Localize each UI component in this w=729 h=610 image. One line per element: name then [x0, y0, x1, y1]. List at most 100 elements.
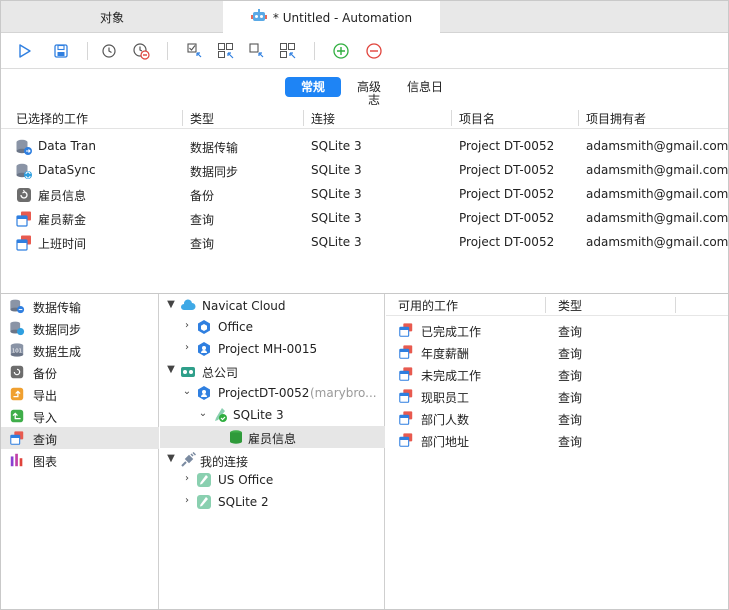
- job-name: DataSync: [38, 163, 96, 177]
- tree-node-sqlite3[interactable]: ⌄ SQLite 3: [160, 404, 385, 426]
- category-label: 数据生成: [33, 345, 82, 359]
- column-divider[interactable]: [578, 110, 579, 126]
- save-icon[interactable]: [51, 41, 71, 61]
- list-item[interactable]: 部门地址 查询: [386, 429, 728, 451]
- deselect-icon[interactable]: [247, 41, 267, 61]
- job-category-list: 数据传输 数据同步 101 数据生成 备份 导出 导入 查询 图表: [1, 294, 159, 609]
- chevron-down-icon[interactable]: ▼: [166, 453, 176, 464]
- category-data-sync[interactable]: 数据同步: [1, 317, 159, 339]
- tab-objects-label: 对象: [99, 10, 124, 25]
- tree-node-employee-info[interactable]: 雇员信息: [160, 426, 385, 448]
- tab-general[interactable]: 常规: [285, 77, 342, 97]
- column-divider[interactable]: [545, 297, 546, 313]
- list-item[interactable]: 部门人数 查询: [386, 407, 728, 429]
- data-sync-icon: [15, 162, 33, 180]
- job-connection: SQLite 3: [311, 187, 362, 201]
- tree-label: 总公司: [202, 366, 239, 380]
- category-export[interactable]: 导出: [1, 383, 159, 405]
- tree-node-project-mh[interactable]: › Project MH-0015: [160, 338, 385, 360]
- available-job-type: 查询: [558, 347, 583, 361]
- deselect-all-icon[interactable]: [278, 41, 298, 61]
- select-icon[interactable]: [185, 41, 205, 61]
- job-project: Project DT-0052: [459, 139, 555, 153]
- shared-project-icon: [196, 341, 212, 357]
- column-header-available-job[interactable]: 可用的工作: [398, 297, 458, 314]
- column-header-available-type[interactable]: 类型: [558, 297, 582, 314]
- clock-icon[interactable]: [99, 41, 119, 61]
- tree-node-office[interactable]: › Office: [160, 316, 385, 338]
- category-label: 数据传输: [33, 301, 82, 315]
- column-divider[interactable]: [675, 297, 676, 313]
- list-item[interactable]: 已完成工作 查询: [386, 319, 728, 341]
- category-query[interactable]: 查询: [1, 427, 159, 449]
- cloud-icon: [180, 298, 196, 314]
- sqlite-icon: [196, 494, 212, 510]
- schedule-delete-icon[interactable]: [131, 41, 151, 61]
- tree-node-project-dt[interactable]: ⌄ ProjectDT-0052 (marybro...: [160, 382, 385, 404]
- chevron-down-icon[interactable]: ▼: [166, 364, 176, 375]
- job-connection: SQLite 3: [311, 235, 362, 249]
- add-icon[interactable]: [331, 41, 351, 61]
- backup-icon: [15, 186, 33, 204]
- column-divider[interactable]: [451, 110, 452, 126]
- tab-log[interactable]: 信息日: [397, 77, 453, 97]
- available-job-name: 部门人数: [421, 413, 470, 427]
- tab-advanced[interactable]: 高级 志: [351, 77, 387, 107]
- table-row[interactable]: 雇员薪金 查询 SQLite 3 Project DT-0052 adamsmi…: [1, 207, 728, 231]
- tab-objects[interactable]: 对象: [1, 1, 223, 33]
- sqlite-connected-icon: [212, 407, 228, 423]
- list-item[interactable]: 未完成工作 查询: [386, 363, 728, 385]
- chevron-down-icon[interactable]: ⌄: [198, 408, 208, 419]
- sqlite-icon: [196, 472, 212, 488]
- tree-node-head-office[interactable]: ▼ 总公司: [160, 360, 385, 382]
- category-import[interactable]: 导入: [1, 405, 159, 427]
- chevron-down-icon[interactable]: ⌄: [182, 386, 192, 397]
- chart-icon: [9, 452, 25, 468]
- table-row[interactable]: DataSync 数据同步 SQLite 3 Project DT-0052 a…: [1, 159, 728, 183]
- toolbar-separator: [167, 42, 168, 60]
- query-icon: [398, 432, 414, 448]
- query-icon: [398, 410, 414, 426]
- tree-node-navicat-cloud[interactable]: ▼ Navicat Cloud: [160, 295, 385, 317]
- column-header-project[interactable]: 项目名: [459, 110, 495, 127]
- select-all-icon[interactable]: [216, 41, 236, 61]
- tree-node-sqlite2[interactable]: › SQLite 2: [160, 491, 385, 513]
- column-header-type[interactable]: 类型: [190, 110, 214, 127]
- table-row[interactable]: 上班时间 查询 SQLite 3 Project DT-0052 adamsmi…: [1, 231, 728, 255]
- tree-node-my-connections[interactable]: ▼ 我的连接: [160, 449, 385, 471]
- chevron-right-icon[interactable]: ›: [182, 342, 192, 353]
- column-divider[interactable]: [182, 110, 183, 126]
- data-transfer-icon: [9, 298, 25, 314]
- job-type: 数据同步: [190, 165, 239, 179]
- category-data-generation[interactable]: 101 数据生成: [1, 339, 159, 361]
- tree-label: ProjectDT-0052: [218, 386, 310, 400]
- list-item[interactable]: 年度薪酬 查询: [386, 341, 728, 363]
- job-type: 数据传输: [190, 141, 239, 155]
- table-row[interactable]: Data Tran 数据传输 SQLite 3 Project DT-0052 …: [1, 135, 728, 159]
- list-item[interactable]: 现职员工 查询: [386, 385, 728, 407]
- chevron-down-icon[interactable]: ▼: [166, 299, 176, 310]
- available-job-name: 未完成工作: [421, 369, 482, 383]
- plug-icon: [180, 451, 197, 468]
- remove-icon[interactable]: [364, 41, 384, 61]
- category-label: 图表: [33, 455, 58, 469]
- tree-node-us-office[interactable]: › US Office: [160, 469, 385, 491]
- column-header-owner[interactable]: 项目拥有者: [586, 110, 646, 127]
- available-job-type: 查询: [558, 413, 583, 427]
- category-backup[interactable]: 备份: [1, 361, 159, 383]
- automation-window: 对象 * Untitled - Automation 常规 高级 志 信息日 已…: [0, 0, 729, 610]
- column-divider[interactable]: [303, 110, 304, 126]
- category-chart[interactable]: 图表: [1, 449, 159, 471]
- column-header-connection[interactable]: 连接: [311, 110, 335, 127]
- tree-label: Project MH-0015: [218, 342, 318, 356]
- query-icon: [398, 344, 414, 360]
- column-header-job[interactable]: 已选择的工作: [16, 110, 88, 127]
- job-owner: adamsmith@gmail.com: [586, 211, 729, 225]
- table-row[interactable]: 雇员信息 备份 SQLite 3 Project DT-0052 adamsmi…: [1, 183, 728, 207]
- tab-automation[interactable]: * Untitled - Automation: [223, 1, 440, 34]
- category-data-transfer[interactable]: 数据传输: [1, 295, 159, 317]
- chevron-right-icon[interactable]: ›: [182, 320, 192, 331]
- chevron-right-icon[interactable]: ›: [182, 495, 192, 506]
- chevron-right-icon[interactable]: ›: [182, 473, 192, 484]
- play-icon[interactable]: [15, 41, 35, 61]
